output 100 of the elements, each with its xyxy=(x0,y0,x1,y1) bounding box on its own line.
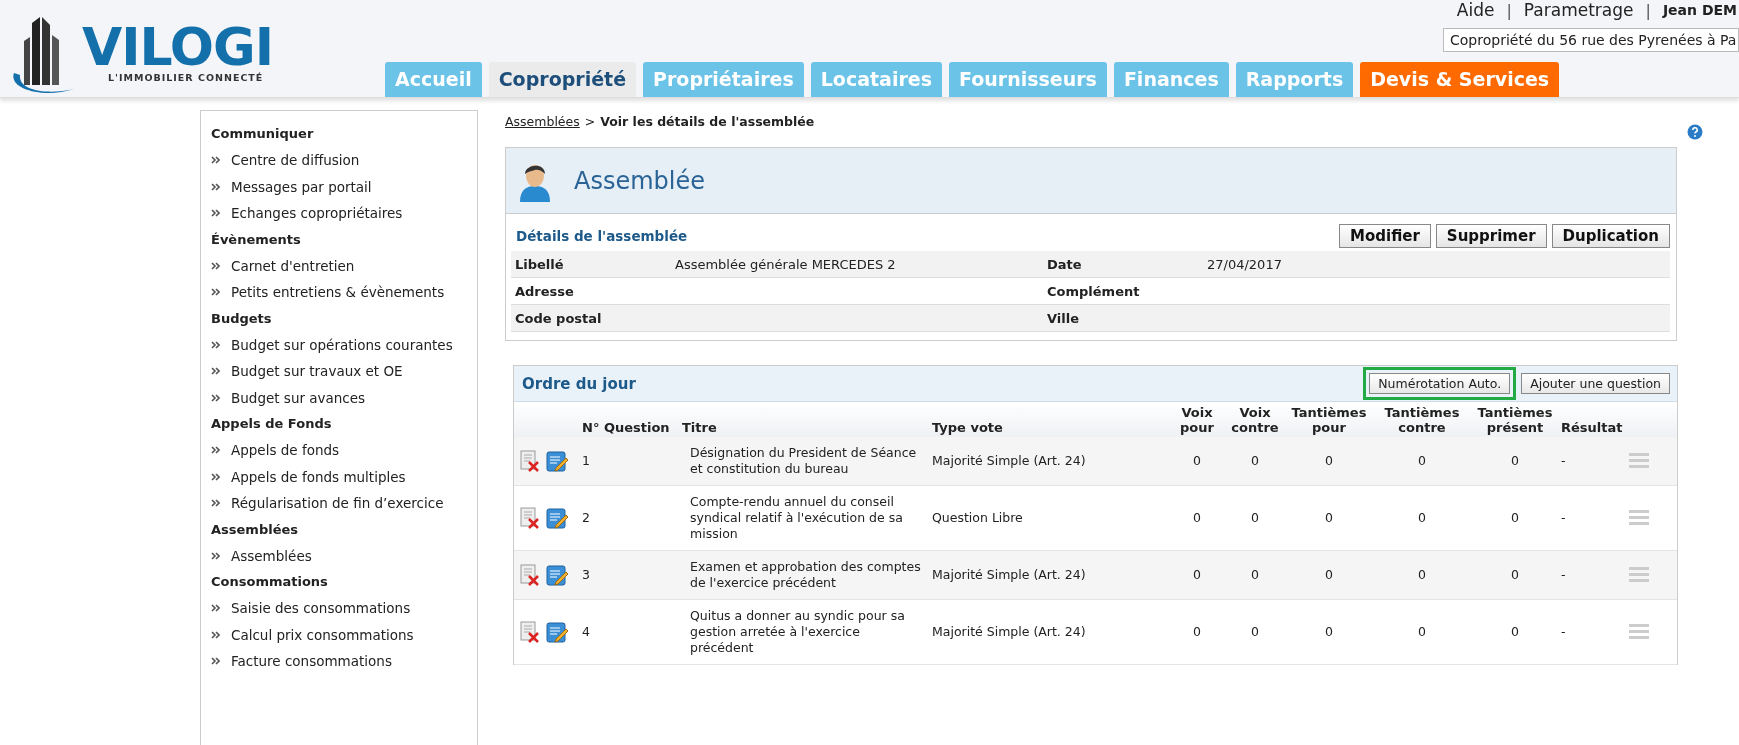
delete-icon[interactable] xyxy=(520,621,540,643)
table-cell-text: - xyxy=(1561,624,1567,640)
sidebar-link[interactable]: Facture consommations xyxy=(231,648,392,675)
table-cell-text: 3 xyxy=(582,567,591,583)
double-chevron-icon xyxy=(211,630,220,639)
breadcrumb-current: Voir les détails de l'assemblée xyxy=(600,113,815,129)
sidebar-link[interactable]: Messages par portail xyxy=(231,173,372,200)
double-chevron-icon xyxy=(211,209,220,218)
table-cell-text: 0 xyxy=(1417,624,1427,640)
table-cell-text: 0 xyxy=(1510,567,1520,583)
top-link[interactable]: Aide xyxy=(1456,0,1495,20)
table-cell-text: 0 xyxy=(1192,453,1202,469)
field-label: Libellé xyxy=(515,256,565,272)
table-cell-text: 0 xyxy=(1324,624,1334,640)
sidebar-link[interactable]: Appels de fonds multiples xyxy=(231,463,406,490)
table-cell-text: Quitus a donner au syndic pour sa gestion arretée à l'exercice précédent xyxy=(689,608,906,656)
separator: | xyxy=(1645,0,1651,20)
table-cell-text: 0 xyxy=(1192,567,1202,583)
agenda-button[interactable]: Numérotation Auto. xyxy=(1369,373,1511,394)
sidebar-link[interactable]: Saisie des consommations xyxy=(231,595,411,622)
double-chevron-icon xyxy=(211,288,220,297)
sidebar-link[interactable]: Carnet d'entretien xyxy=(231,252,355,279)
table-cell-text: 0 xyxy=(1417,567,1427,583)
sidebar-link[interactable]: Appels de fonds xyxy=(231,437,340,464)
agenda-button[interactable]: Ajouter une question xyxy=(1521,373,1670,394)
table-cell-text: - xyxy=(1561,510,1567,526)
nav-tab[interactable]: Copropriété xyxy=(488,62,637,97)
double-chevron-icon xyxy=(211,551,220,560)
sidebar-heading: Consommations xyxy=(211,573,329,591)
help-icon[interactable] xyxy=(1687,124,1703,140)
breadcrumb-link[interactable]: Assemblées xyxy=(505,113,580,129)
column-header: Tantièmes pour xyxy=(1290,405,1368,435)
table-cell-text: 1 xyxy=(582,453,591,469)
table-cell-text: - xyxy=(1561,567,1567,583)
double-chevron-icon xyxy=(211,657,220,666)
edit-icon[interactable] xyxy=(546,564,568,586)
section-title: Détails de l'assemblée xyxy=(516,228,688,244)
sidebar-link[interactable]: Petits entretiens & évènements xyxy=(231,279,445,306)
table-cell-text: 0 xyxy=(1324,453,1334,469)
table-cell-text: Majorité Simple (Art. 24) xyxy=(932,624,1087,640)
sidebar-link[interactable]: Budget sur travaux et OE xyxy=(231,358,403,385)
field-label: Complément xyxy=(1047,283,1141,299)
top-link[interactable]: Parametrage xyxy=(1523,0,1634,20)
logo-name: VILOGI xyxy=(82,22,274,72)
table-cell-text: 0 xyxy=(1250,510,1260,526)
sidebar-link[interactable]: Assemblées xyxy=(231,542,312,569)
drag-handle-icon[interactable] xyxy=(1629,452,1649,470)
column-header: Résultat xyxy=(1561,420,1624,435)
action-button[interactable]: Modifier xyxy=(1339,224,1431,248)
sidebar-link[interactable]: Calcul prix consommations xyxy=(231,621,414,648)
delete-icon[interactable] xyxy=(520,450,540,472)
table-cell-text: Examen et approbation des comptes de l'exercice précédent xyxy=(689,559,922,591)
double-chevron-icon xyxy=(211,367,220,376)
property-select[interactable]: Copropriété du 56 rue des Pyrenées à Pa xyxy=(1443,28,1739,52)
field-label: Adresse xyxy=(515,283,575,299)
drag-handle-icon[interactable] xyxy=(1629,623,1649,641)
action-button[interactable]: Duplication xyxy=(1551,224,1670,248)
sidebar-link[interactable]: Centre de diffusion xyxy=(231,147,360,174)
double-chevron-icon xyxy=(211,446,220,455)
column-header: Type vote xyxy=(932,420,1004,435)
column-header: N° Question xyxy=(582,420,671,435)
table-cell-text: 0 xyxy=(1324,510,1334,526)
table-cell-text: 0 xyxy=(1510,510,1520,526)
double-chevron-icon xyxy=(211,393,220,402)
table-cell-text: 0 xyxy=(1250,453,1260,469)
field-value: Assemblée générale MERCEDES 2 xyxy=(675,256,897,272)
action-button[interactable]: Supprimer xyxy=(1435,224,1547,248)
column-header: Titre xyxy=(682,420,718,435)
table-cell-text: 0 xyxy=(1510,453,1520,469)
drag-handle-icon[interactable] xyxy=(1629,509,1649,527)
table-cell-text: 0 xyxy=(1324,567,1334,583)
delete-icon[interactable] xyxy=(520,507,540,529)
double-chevron-icon xyxy=(211,499,220,508)
sidebar-link[interactable]: Echanges copropriétaires xyxy=(231,200,403,227)
sidebar-heading: Appels de Fonds xyxy=(211,415,333,433)
top-link[interactable]: Jean DEM xyxy=(1662,2,1737,18)
sidebar-link[interactable]: Budget sur avances xyxy=(231,384,366,411)
table-cell-text: - xyxy=(1561,453,1567,469)
edit-icon[interactable] xyxy=(546,450,568,472)
breadcrumb-separator: > xyxy=(584,113,596,129)
field-label: Code postal xyxy=(515,310,603,326)
field-label: Ville xyxy=(1047,310,1081,326)
double-chevron-icon xyxy=(211,472,220,481)
table-cell-text: 0 xyxy=(1417,510,1427,526)
table-cell-text: Compte-rendu annuel du conseil syndical relatif à l'exécution de sa mission xyxy=(689,494,904,542)
edit-icon[interactable] xyxy=(546,621,568,643)
column-header: Voix pour xyxy=(1179,405,1215,435)
double-chevron-icon xyxy=(211,340,220,349)
sidebar-link[interactable]: Budget sur opérations courantes xyxy=(231,331,453,358)
double-chevron-icon xyxy=(211,261,220,270)
table-cell-text: 4 xyxy=(582,624,591,640)
column-header: Voix contre xyxy=(1230,405,1280,435)
table-cell-text: Question Libre xyxy=(932,510,1024,526)
sidebar-link[interactable]: Régularisation de fin d’exercice xyxy=(231,490,444,517)
edit-icon[interactable] xyxy=(546,507,568,529)
table-cell-text: Majorité Simple (Art. 24) xyxy=(932,567,1087,583)
table-cell-text: 0 xyxy=(1250,624,1260,640)
drag-handle-icon[interactable] xyxy=(1629,566,1649,584)
delete-icon[interactable] xyxy=(520,564,540,586)
double-chevron-icon xyxy=(211,156,220,165)
